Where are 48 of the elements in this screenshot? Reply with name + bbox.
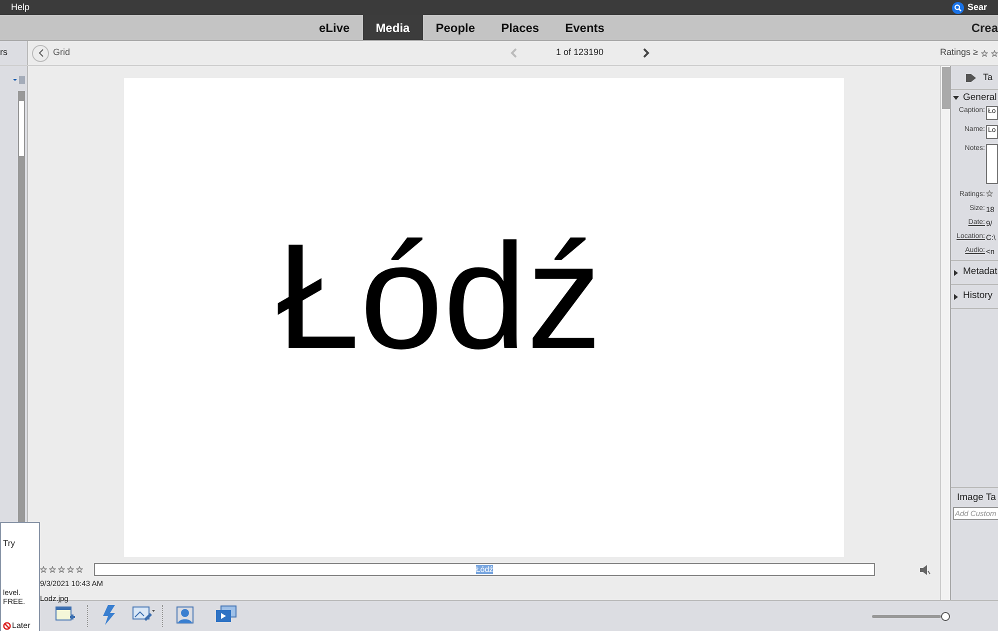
create-label[interactable]: Crea (971, 18, 998, 36)
next-icon[interactable] (642, 48, 650, 58)
star-icon[interactable] (40, 566, 47, 573)
tab[interactable]: Media (362, 15, 423, 40)
notes-field[interactable] (986, 144, 998, 184)
zoom-slider-track[interactable] (872, 614, 941, 618)
no-entry-icon (3, 622, 11, 630)
collapsed-triangle-icon[interactable] (953, 270, 959, 276)
section-title[interactable]: History (963, 289, 993, 304)
chevron-left-icon (38, 49, 44, 57)
speaker-icon[interactable] (920, 564, 931, 574)
list-options-icon[interactable] (13, 76, 25, 85)
tab[interactable]: Places (488, 15, 552, 40)
section-title[interactable]: General (963, 90, 997, 106)
later-button[interactable]: Later (12, 620, 30, 631)
star-icon[interactable] (981, 50, 988, 56)
ratings-label: Ratings ≥ (940, 46, 978, 60)
scrollbar[interactable] (940, 66, 950, 600)
grid-link[interactable]: Grid (53, 46, 70, 60)
slideshow-icon[interactable] (215, 605, 237, 623)
image-text: Łódź (276, 220, 602, 370)
tags-tab[interactable]: Ta (983, 70, 993, 84)
zoom-slider-thumb[interactable] (941, 612, 950, 620)
star-icon[interactable] (49, 566, 56, 573)
person-frame-icon[interactable] (175, 605, 195, 625)
tag-icon[interactable] (966, 72, 978, 82)
panel-title: rs (0, 46, 8, 60)
star-icon[interactable] (67, 566, 74, 573)
lightning-icon[interactable] (102, 605, 116, 625)
section-title: Image Ta (957, 492, 996, 503)
image-edit-icon[interactable] (132, 605, 156, 623)
star-icon[interactable] (986, 190, 993, 197)
star-icon[interactable] (991, 50, 998, 56)
back-button[interactable] (32, 44, 49, 62)
search-icon[interactable] (952, 2, 964, 14)
collapsed-triangle-icon[interactable] (953, 294, 959, 300)
menu-item[interactable]: Help (11, 0, 30, 14)
star-icon[interactable] (58, 566, 65, 573)
tab[interactable]: People (422, 15, 488, 40)
tab[interactable]: Events (552, 15, 618, 40)
tab[interactable]: eLive (306, 15, 363, 40)
search-label[interactable]: Sear (967, 0, 987, 14)
star-icon[interactable] (76, 566, 83, 573)
expanded-triangle-icon[interactable] (953, 95, 959, 101)
photo-counter: 1 of 123190 (556, 46, 605, 60)
section-title[interactable]: Metadat (963, 265, 998, 280)
calendar-add-icon[interactable] (55, 605, 75, 623)
popup-text: Try (3, 537, 16, 550)
